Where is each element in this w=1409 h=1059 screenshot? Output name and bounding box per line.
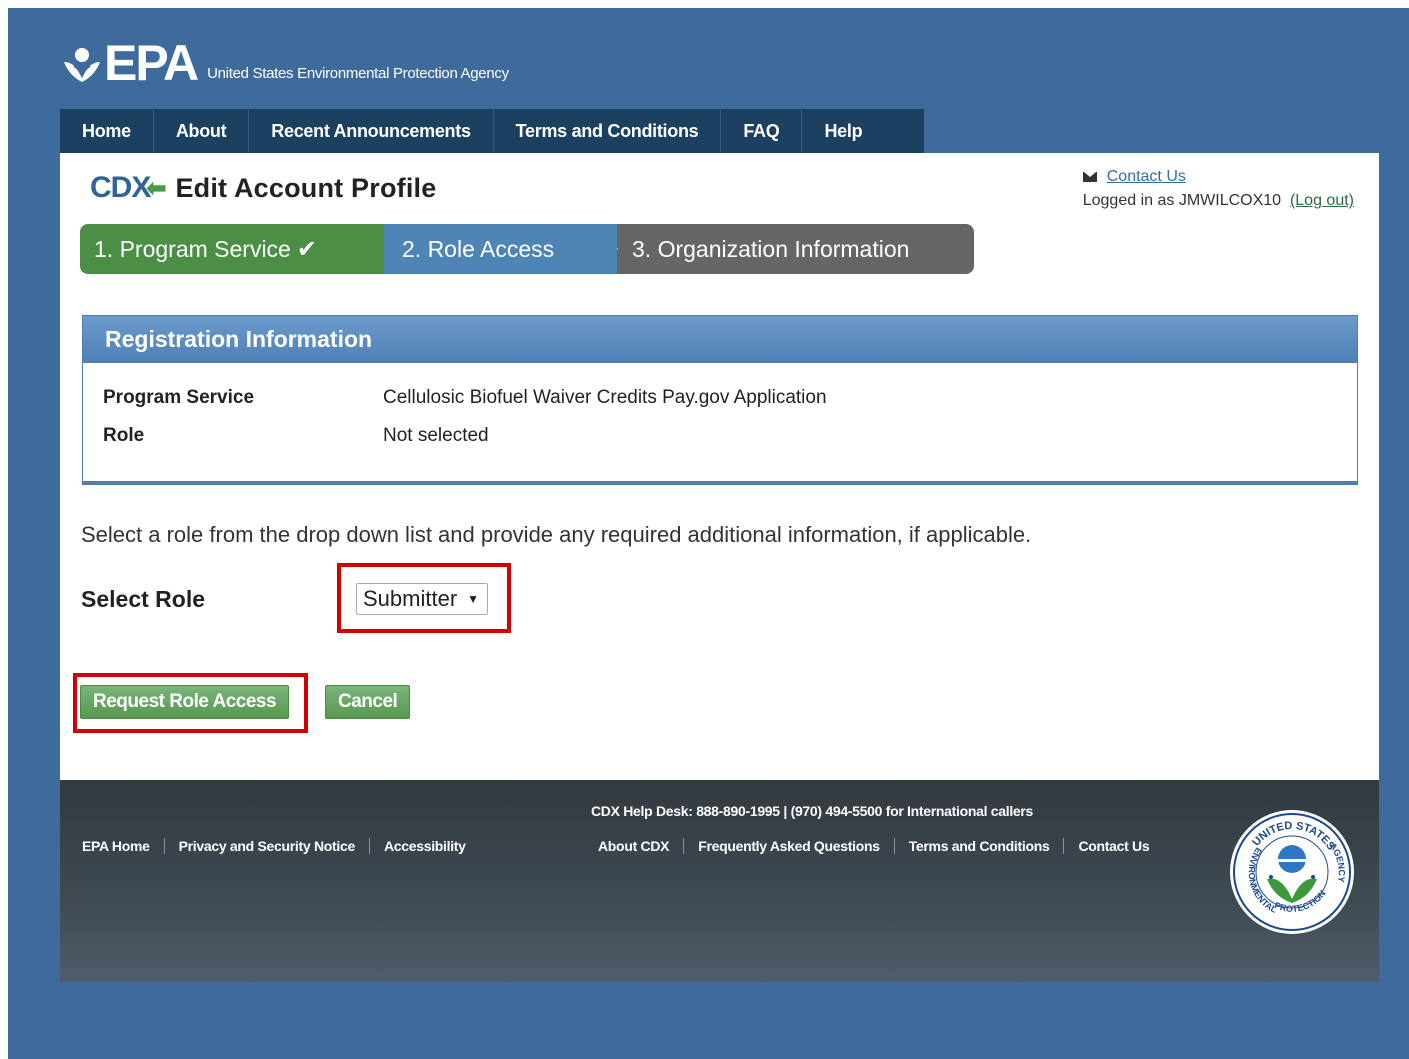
footer-links-right: About CDX Frequently Asked Questions Ter… <box>598 838 1163 854</box>
role-value: Not selected <box>383 425 489 446</box>
footer: CDX Help Desk: 888-890-1995 | (970) 494-… <box>60 780 1379 982</box>
footer-link-accessibility[interactable]: Accessibility <box>370 838 480 854</box>
role-select-value: Submitter <box>363 586 458 611</box>
footer-link-about-cdx[interactable]: About CDX <box>598 838 685 854</box>
user-area: Contact Us Logged in as JMWILCOX10 (Log … <box>1082 165 1354 213</box>
nav-help[interactable]: Help <box>802 109 884 153</box>
request-role-access-button[interactable]: Request Role Access <box>80 685 290 719</box>
step-1-label: 1. Program Service <box>94 236 291 262</box>
epa-logo-text: EPA <box>104 35 199 91</box>
logged-in-text: Logged in as JMWILCOX10 <box>1082 192 1282 209</box>
instructions-text: Select a role from the drop down list an… <box>81 522 1032 547</box>
contact-us-link[interactable]: Contact Us <box>1107 165 1186 189</box>
page-title: Edit Account Profile <box>175 172 437 203</box>
nav-home[interactable]: Home <box>60 109 154 153</box>
footer-link-contact-us[interactable]: Contact Us <box>1064 838 1163 854</box>
cdx-arrow-icon: ⬅ <box>146 174 166 202</box>
progress-stepper: 3. Organization Information 2. Role Acce… <box>80 224 974 274</box>
nav-terms-and-conditions[interactable]: Terms and Conditions <box>494 109 722 153</box>
program-service-label: Program Service <box>103 387 255 408</box>
step-program-service: 1. Program Service ✔ <box>80 224 384 274</box>
epa-logo[interactable]: EPA United States Environmental Protecti… <box>60 35 509 91</box>
role-select[interactable]: Submitter ▼ <box>356 583 489 615</box>
cancel-button[interactable]: Cancel <box>325 685 411 719</box>
checkmark-icon: ✔ <box>296 236 317 263</box>
nav-faq[interactable]: FAQ <box>721 109 803 153</box>
footer-link-privacy[interactable]: Privacy and Security Notice <box>165 838 370 854</box>
top-navigation: Home About Recent Announcements Terms an… <box>60 109 924 153</box>
footer-link-terms[interactable]: Terms and Conditions <box>895 838 1065 854</box>
role-label: Role <box>103 425 145 446</box>
logout-link[interactable]: (Log out) <box>1290 189 1354 213</box>
nav-about[interactable]: About <box>154 109 250 153</box>
epa-flower-icon <box>60 42 104 86</box>
step-1-arrow <box>350 224 378 274</box>
step-2-label: 2. Role Access <box>402 236 555 262</box>
epa-seal-icon: UNITED STATES ENVIRONMENTAL PROTECTION A… <box>1227 807 1357 937</box>
envelope-icon <box>1082 172 1097 182</box>
step-3-label: 3. Organization Information <box>632 236 910 262</box>
main-panel: CDX ⬅ Edit Account Profile Contact Us Lo… <box>60 153 1379 780</box>
program-service-value: Cellulosic Biofuel Waiver Credits Pay.go… <box>383 387 827 408</box>
footer-link-epa-home[interactable]: EPA Home <box>82 838 165 854</box>
footer-link-faq[interactable]: Frequently Asked Questions <box>684 838 895 854</box>
cdx-logo: CDX ⬅ <box>90 171 166 205</box>
footer-links-left: EPA Home Privacy and Security Notice Acc… <box>82 838 480 854</box>
page-header: CDX ⬅ Edit Account Profile <box>90 171 436 205</box>
step-role-access: 2. Role Access <box>365 224 617 274</box>
nav-recent-announcements[interactable]: Recent Announcements <box>249 109 494 153</box>
registration-header: Registration Information <box>83 316 1357 363</box>
select-role-label: Select Role <box>81 586 205 612</box>
step-organization-information: 3. Organization Information <box>590 224 974 274</box>
agency-name: United States Environmental Protection A… <box>207 65 509 82</box>
dropdown-arrow-icon: ▼ <box>467 592 480 606</box>
registration-information-box: Registration Information Program Service… <box>82 315 1358 485</box>
step-2-arrow <box>585 224 613 274</box>
helpdesk-text: CDX Help Desk: 888-890-1995 | (970) 494-… <box>591 803 1034 819</box>
page-background: EPA United States Environmental Protecti… <box>8 8 1409 1059</box>
cdx-logo-text: CDX <box>90 171 151 204</box>
